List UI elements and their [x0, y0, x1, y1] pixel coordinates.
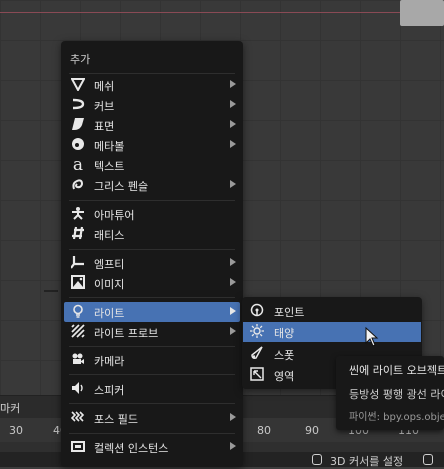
menu-item-curve[interactable]: 커브	[64, 95, 240, 115]
menu-item-surface[interactable]: 표면	[64, 115, 240, 135]
lattice-icon	[70, 226, 86, 242]
separator	[69, 374, 235, 375]
menu-item-label: 이미지	[94, 278, 125, 291]
menu-item-image[interactable]: 이미지	[64, 273, 240, 293]
menu-item-label: 엠프티	[94, 258, 125, 271]
separator	[69, 200, 235, 201]
menu-item-collection-instance[interactable]: 컬렉션 인스턴스	[64, 437, 240, 457]
menu-item-label: 메타볼	[94, 140, 125, 153]
separator	[69, 433, 235, 434]
submenu-arrow-icon	[230, 120, 236, 128]
x-axis-line	[0, 12, 444, 13]
menu-item-light[interactable]: 라이트	[64, 302, 240, 322]
menu-item-text[interactable]: a 텍스트	[64, 155, 240, 175]
menu-title: 추가	[70, 53, 91, 66]
menu-item-metaball[interactable]: 메타볼	[64, 135, 240, 155]
scene-object[interactable]	[400, 0, 444, 26]
tooltip-python: 파이썬: bpy.ops.object.light_add(type='SUN'…	[349, 412, 444, 423]
light-probe-icon	[70, 324, 86, 340]
submenu-arrow-icon	[230, 413, 236, 421]
spot-light-icon	[249, 346, 265, 362]
curve-icon	[70, 97, 86, 113]
menu-item-label: 카메라	[94, 355, 125, 368]
separator	[69, 73, 235, 74]
submenu-arrow-icon	[230, 327, 236, 335]
frame-tick: 30	[9, 424, 23, 437]
menu-item-label: 아마튜어	[94, 209, 135, 222]
separator	[69, 346, 235, 347]
mouse-icon	[312, 454, 322, 465]
menu-item-empty[interactable]: 엠프티	[64, 253, 240, 273]
submenu-item-point[interactable]: 포인트	[243, 301, 421, 321]
menu-item-label: 포스 필드	[94, 413, 138, 426]
mesh-cone-icon	[70, 77, 86, 93]
text-icon: a	[72, 155, 84, 175]
submenu-item-label: 태양	[274, 327, 295, 340]
submenu-arrow-icon	[230, 80, 236, 88]
light-bulb-icon	[70, 304, 86, 320]
submenu-item-label: 영역	[274, 370, 295, 383]
menu-item-label: 메쉬	[94, 80, 115, 93]
menu-item-label: 표면	[94, 120, 115, 133]
empty-icon	[70, 255, 86, 271]
menu-item-label: 그리스 펜슬	[94, 180, 149, 193]
tooltip-description: 등방성 평행 광선 라이트	[349, 388, 444, 401]
speaker-icon	[70, 381, 86, 397]
menu-item-label: 컬렉션 인스턴스	[94, 442, 169, 455]
submenu-item-sun[interactable]: 태양	[243, 322, 421, 342]
separator	[69, 249, 235, 250]
area-light-icon	[249, 367, 265, 383]
point-light-icon	[249, 303, 265, 319]
submenu-item-label: 스폿	[274, 349, 295, 362]
collection-icon	[70, 439, 86, 455]
sun-icon	[249, 324, 265, 340]
submenu-arrow-icon	[230, 100, 236, 108]
menu-item-label: 라이트 프로브	[94, 327, 159, 340]
camera-icon	[70, 352, 86, 368]
separator	[69, 297, 235, 298]
surface-icon	[70, 117, 86, 133]
menu-item-label: 스피커	[94, 384, 125, 397]
menu-item-light-probe[interactable]: 라이트 프로브	[64, 322, 240, 342]
menu-item-armature[interactable]: 아마튜어	[64, 204, 240, 224]
submenu-arrow-icon	[230, 140, 236, 148]
mouse-icon	[423, 454, 433, 465]
submenu-arrow-icon	[230, 180, 236, 188]
metaball-icon	[70, 137, 86, 153]
mouse-cursor-icon	[365, 327, 379, 347]
frame-tick: 90	[305, 424, 319, 437]
submenu-item-label: 포인트	[274, 306, 305, 319]
image-icon	[70, 275, 86, 291]
menu-item-grease-pencil[interactable]: 그리스 펜슬	[64, 175, 240, 195]
marker-label: 마커	[0, 402, 21, 415]
submenu-arrow-icon	[230, 258, 236, 266]
frame-tick: 80	[257, 424, 271, 437]
tooltip: 씬에 라이트 오브젝트를 추가합니다 등방성 평행 광선 라이트 파이썬: bp…	[336, 356, 444, 430]
menu-item-lattice[interactable]: 래티스	[64, 224, 240, 244]
tooltip-title: 씬에 라이트 오브젝트를 추가합니다	[349, 364, 444, 377]
menu-item-label: 커브	[94, 100, 115, 113]
separator	[69, 403, 235, 404]
armature-icon	[70, 206, 86, 222]
menu-item-label: 라이트	[94, 307, 125, 320]
submenu-arrow-icon	[230, 278, 236, 286]
menu-item-camera[interactable]: 카메라	[64, 350, 240, 370]
menu-item-label: 텍스트	[94, 160, 125, 173]
menu-item-force-field[interactable]: 포스 필드	[64, 408, 240, 428]
menu-item-speaker[interactable]: 스피커	[64, 379, 240, 399]
submenu-arrow-icon	[230, 307, 236, 315]
menu-item-label: 래티스	[94, 229, 125, 242]
add-menu: 추가 메쉬 커브 표면 메타볼 a 텍스트 그리스 펜슬 아마튜어 래티스 엠프…	[61, 41, 243, 467]
grease-pencil-icon	[70, 177, 86, 193]
submenu-arrow-icon	[230, 442, 236, 450]
menu-item-mesh[interactable]: 메쉬	[64, 75, 240, 95]
force-field-icon	[70, 410, 86, 426]
world-origin	[44, 290, 58, 292]
